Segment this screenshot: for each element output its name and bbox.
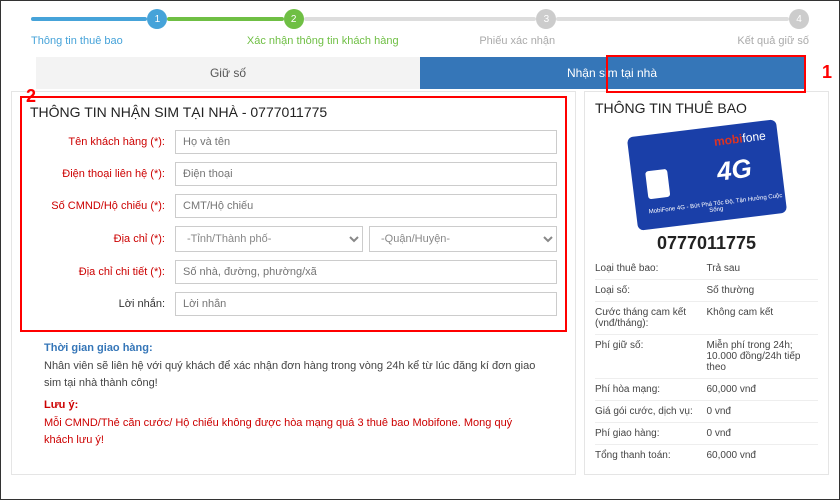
label-note: Lời nhắn: [30,298,175,310]
step-labels: Thông tin thuê bao Xác nhận thông tin kh… [1,33,839,57]
tab-receive-sim[interactable]: Nhận sim tại nhà [420,57,804,89]
step-2-dot: 2 [284,9,304,29]
info-value: 60,000 vnđ [707,450,819,461]
info-key: Phí giữ số: [595,340,707,373]
sim-image: mobifone 4G MobiFone 4G - Bứt Phá Tốc Độ… [595,122,818,254]
input-address-detail[interactable] [175,260,557,284]
delivery-heading: Thời gian giao hàng: [44,342,543,354]
label-phone: Điện thoại liên hệ (*): [30,168,175,180]
step-3-dot: 3 [536,9,556,29]
info-row: Loại thuê bao:Trả sau [595,258,818,279]
form-title: THÔNG TIN NHẬN SIM TẠI NHÀ - 0777011775 [30,104,557,120]
info-value: 0 vnđ [707,428,819,439]
input-phone[interactable] [175,162,557,186]
info-row: Cước tháng cam kết (vnđ/tháng):Không cam… [595,301,818,334]
info-key: Cước tháng cam kết (vnđ/tháng): [595,307,707,329]
tab-bar: Giữ số Nhận sim tại nhà [36,57,804,89]
info-row: Phí hòa mạng:60,000 vnđ [595,378,818,400]
label-address: Địa chỉ (*): [30,233,175,245]
select-district[interactable]: -Quận/Huyện- [369,226,557,252]
step-1-dot: 1 [147,9,167,29]
select-province[interactable]: -Tỉnh/Thành phố- [175,226,363,252]
info-key: Phí hòa mạng: [595,384,707,395]
form-panel: THÔNG TIN NHẬN SIM TẠI NHÀ - 0777011775 … [11,91,576,475]
subscriber-title: THÔNG TIN THUÊ BAO [595,100,818,116]
step-label-4: Kết quả giữ số [615,35,810,47]
input-note[interactable] [175,292,557,316]
info-row: Tổng thanh toán:60,000 vnđ [595,444,818,466]
label-name: Tên khách hàng (*): [30,136,175,148]
label-detail: Địa chỉ chi tiết (*): [30,266,175,278]
progress-stepper: 1 2 3 4 [1,1,839,33]
info-row: Phí giao hàng:0 vnđ [595,422,818,444]
sim-brand: mobifone [713,129,766,149]
annotation-1: 1 [822,62,832,83]
info-value: 0 vnđ [707,406,819,417]
input-cmnd[interactable] [175,194,557,218]
delivery-text: Nhân viên sẽ liên hệ với quý khách để xá… [44,358,543,391]
tab-receive-sim-label: Nhận sim tại nhà [567,66,657,80]
annotation-2: 2 [26,86,36,107]
info-value: 60,000 vnđ [707,384,819,395]
info-row: Loại số:Số thường [595,279,818,301]
warning-text: Mỗi CMND/Thẻ căn cước/ Hộ chiếu không đư… [44,415,543,448]
input-name[interactable] [175,130,557,154]
sim-chip-icon [645,169,670,199]
info-key: Loại thuê bao: [595,263,707,274]
info-key: Tổng thanh toán: [595,450,707,461]
tab-hold-number[interactable]: Giữ số [36,57,420,89]
step-label-1: Thông tin thuê bao [31,35,226,47]
delivery-info: Thời gian giao hàng: Nhân viên sẽ liên h… [24,338,563,452]
info-key: Phí giao hàng: [595,428,707,439]
sim-4g-label: 4G [715,153,753,188]
step-label-3: Phiếu xác nhận [420,35,615,47]
info-value: Không cam kết [707,307,819,329]
step-label-2: Xác nhận thông tin khách hàng [226,35,421,47]
info-value: Trả sau [707,263,819,274]
label-cmnd: Số CMND/Hộ chiếu (*): [30,200,175,212]
info-row: Giá gói cước, dịch vụ:0 vnđ [595,400,818,422]
info-key: Giá gói cước, dịch vụ: [595,406,707,417]
warning-heading: Lưu ý: [44,399,543,411]
info-value: Miễn phí trong 24h; 10.000 đồng/24h tiếp… [707,340,819,373]
annotation-box-2: THÔNG TIN NHẬN SIM TẠI NHÀ - 0777011775 … [20,96,567,332]
sim-card-graphic: mobifone 4G MobiFone 4G - Bứt Phá Tốc Độ… [626,119,786,231]
info-value: Số thường [707,285,819,296]
sim-number: 0777011775 [595,233,818,254]
info-row: Phí giữ số:Miễn phí trong 24h; 10.000 đồ… [595,334,818,378]
subscriber-info-table: Loại thuê bao:Trả sauLoại số:Số thườngCư… [595,258,818,466]
step-4-dot: 4 [789,9,809,29]
subscriber-panel: THÔNG TIN THUÊ BAO mobifone 4G MobiFone … [584,91,829,475]
info-key: Loại số: [595,285,707,296]
